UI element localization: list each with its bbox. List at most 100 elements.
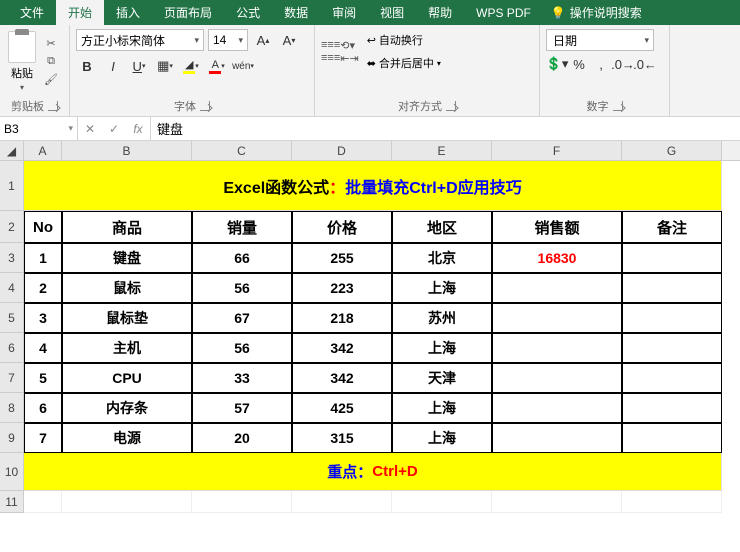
increase-decimal-button[interactable]: .0→ bbox=[612, 53, 634, 75]
cell-no[interactable]: 1 bbox=[24, 243, 62, 273]
number-format-select[interactable]: 日期 bbox=[546, 29, 654, 51]
enter-button[interactable]: ✓ bbox=[102, 122, 126, 136]
cell-region[interactable]: 天津 bbox=[392, 363, 492, 393]
col-header-F[interactable]: F bbox=[492, 141, 622, 160]
cell-item[interactable]: 电源 bbox=[62, 423, 192, 453]
formula-input[interactable]: 键盘 bbox=[151, 117, 740, 140]
cell-item[interactable]: CPU bbox=[62, 363, 192, 393]
number-launcher[interactable] bbox=[613, 101, 623, 111]
cell-qty[interactable]: 66 bbox=[192, 243, 292, 273]
cell-note[interactable] bbox=[622, 273, 722, 303]
format-painter-button[interactable]: 🖌 bbox=[42, 72, 60, 88]
cell-no[interactable]: 5 bbox=[24, 363, 62, 393]
row-header-7[interactable]: 7 bbox=[0, 363, 24, 393]
underline-button[interactable]: U▾ bbox=[128, 55, 150, 77]
wrap-text-button[interactable]: ↩自动换行 bbox=[363, 29, 445, 51]
cell-note[interactable] bbox=[622, 363, 722, 393]
cell-qty[interactable]: 56 bbox=[192, 273, 292, 303]
cell-qty[interactable]: 56 bbox=[192, 333, 292, 363]
phonetic-button[interactable]: wén▾ bbox=[232, 55, 254, 77]
cell-sales[interactable] bbox=[492, 303, 622, 333]
cell[interactable] bbox=[62, 491, 192, 513]
col-header-D[interactable]: D bbox=[292, 141, 392, 160]
col-header-E[interactable]: E bbox=[392, 141, 492, 160]
tab-file[interactable]: 文件 bbox=[8, 0, 56, 25]
cell-price[interactable]: 342 bbox=[292, 363, 392, 393]
font-color-button[interactable]: A▾ bbox=[206, 55, 228, 77]
comma-button[interactable]: , bbox=[590, 53, 612, 75]
cell-price[interactable]: 342 bbox=[292, 333, 392, 363]
cell-no[interactable]: 7 bbox=[24, 423, 62, 453]
cell-sales[interactable] bbox=[492, 393, 622, 423]
align-launcher[interactable] bbox=[446, 101, 456, 111]
decrease-decimal-button[interactable]: .0← bbox=[634, 53, 656, 75]
font-family-select[interactable]: 方正小标宋简体 bbox=[76, 29, 204, 51]
decrease-indent-button[interactable]: ⇤ bbox=[340, 52, 349, 65]
cell[interactable] bbox=[192, 491, 292, 513]
row-header-10[interactable]: 10 bbox=[0, 453, 24, 491]
tab-review[interactable]: 审阅 bbox=[320, 0, 368, 25]
fx-icon[interactable]: fx bbox=[126, 122, 150, 136]
row-header-8[interactable]: 8 bbox=[0, 393, 24, 423]
cell-item[interactable]: 鼠标 bbox=[62, 273, 192, 303]
name-box[interactable]: B3▾ bbox=[0, 117, 78, 140]
merge-center-button[interactable]: ⬌合并后居中▾ bbox=[363, 52, 445, 74]
copy-button[interactable]: ⧉ bbox=[42, 54, 60, 70]
cell-sales[interactable]: 16830 bbox=[492, 243, 622, 273]
cell-no[interactable]: 2 bbox=[24, 273, 62, 303]
cell-item[interactable]: 内存条 bbox=[62, 393, 192, 423]
cell-no[interactable]: 4 bbox=[24, 333, 62, 363]
cell-item[interactable]: 键盘 bbox=[62, 243, 192, 273]
cell-sales[interactable] bbox=[492, 333, 622, 363]
cell-qty[interactable]: 33 bbox=[192, 363, 292, 393]
tab-home[interactable]: 开始 bbox=[56, 0, 104, 25]
cell-price[interactable]: 425 bbox=[292, 393, 392, 423]
row-header-2[interactable]: 2 bbox=[0, 211, 24, 243]
cell-qty[interactable]: 67 bbox=[192, 303, 292, 333]
col-header-A[interactable]: A bbox=[24, 141, 62, 160]
cell[interactable] bbox=[492, 491, 622, 513]
hdr-price[interactable]: 价格 bbox=[292, 211, 392, 243]
hdr-sales[interactable]: 销售额 bbox=[492, 211, 622, 243]
cell-note[interactable] bbox=[622, 393, 722, 423]
cell-note[interactable] bbox=[622, 423, 722, 453]
cell-sales[interactable] bbox=[492, 363, 622, 393]
cell-note[interactable] bbox=[622, 333, 722, 363]
tab-data[interactable]: 数据 bbox=[272, 0, 320, 25]
row-header-9[interactable]: 9 bbox=[0, 423, 24, 453]
footer-cell[interactable]: 重点：Ctrl+D bbox=[24, 453, 722, 491]
cell[interactable] bbox=[24, 491, 62, 513]
percent-button[interactable]: % bbox=[568, 53, 590, 75]
hdr-no[interactable]: No bbox=[24, 211, 62, 243]
title-cell[interactable]: Excel函数公式：批量填充Ctrl+D应用技巧 bbox=[24, 161, 722, 211]
border-button[interactable]: ▦▾ bbox=[154, 55, 176, 77]
row-header-1[interactable]: 1 bbox=[0, 161, 24, 211]
tab-formulas[interactable]: 公式 bbox=[224, 0, 272, 25]
row-header-5[interactable]: 5 bbox=[0, 303, 24, 333]
bold-button[interactable]: B bbox=[76, 55, 98, 77]
decrease-font-button[interactable]: A▾ bbox=[278, 29, 300, 51]
cut-button[interactable]: ✂ bbox=[42, 36, 60, 52]
row-header-6[interactable]: 6 bbox=[0, 333, 24, 363]
fill-color-button[interactable]: ◢▾ bbox=[180, 55, 202, 77]
cell-price[interactable]: 255 bbox=[292, 243, 392, 273]
cell-no[interactable]: 3 bbox=[24, 303, 62, 333]
cell-item[interactable]: 主机 bbox=[62, 333, 192, 363]
select-all-button[interactable]: ◢ bbox=[0, 141, 24, 160]
row-header-3[interactable]: 3 bbox=[0, 243, 24, 273]
cell-region[interactable]: 上海 bbox=[392, 273, 492, 303]
paste-button[interactable]: 粘贴 ▾ bbox=[6, 29, 38, 94]
col-header-B[interactable]: B bbox=[62, 141, 192, 160]
cell-region[interactable]: 上海 bbox=[392, 393, 492, 423]
row-header-11[interactable]: 11 bbox=[0, 491, 24, 513]
currency-button[interactable]: 💲▾ bbox=[546, 53, 568, 75]
cell-item[interactable]: 鼠标垫 bbox=[62, 303, 192, 333]
cancel-button[interactable]: ✕ bbox=[78, 122, 102, 136]
tab-pagelayout[interactable]: 页面布局 bbox=[152, 0, 224, 25]
cell-note[interactable] bbox=[622, 243, 722, 273]
cell-no[interactable]: 6 bbox=[24, 393, 62, 423]
cell-region[interactable]: 北京 bbox=[392, 243, 492, 273]
cell-price[interactable]: 223 bbox=[292, 273, 392, 303]
cell[interactable] bbox=[622, 491, 722, 513]
orientation-button[interactable]: ⟲▾ bbox=[340, 39, 355, 52]
